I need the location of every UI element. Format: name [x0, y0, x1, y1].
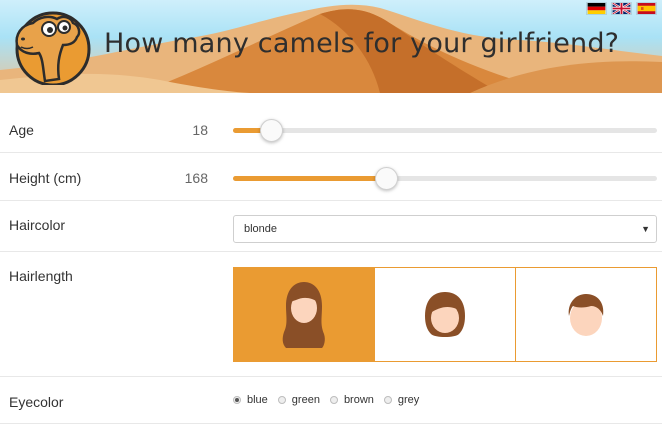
- age-row: Age 18: [0, 105, 662, 153]
- age-slider[interactable]: [233, 116, 657, 144]
- height-slider[interactable]: [233, 164, 657, 192]
- long-hair-icon: [282, 281, 325, 348]
- haircolor-selected-value: blonde: [244, 223, 278, 235]
- eyecolor-radio-group: blue green brown grey: [233, 394, 429, 406]
- spanish-flag-icon[interactable]: [636, 2, 657, 15]
- german-flag-icon[interactable]: [586, 2, 607, 15]
- haircolor-label: Haircolor: [9, 217, 66, 233]
- medium-hair-icon: [425, 291, 465, 337]
- height-label: Height (cm): [9, 170, 82, 186]
- height-value: 168: [184, 170, 208, 186]
- haircolor-select[interactable]: blonde ▼: [233, 215, 657, 243]
- radio-brown[interactable]: [329, 396, 338, 404]
- eyecolor-option-label: brown: [343, 394, 374, 406]
- hairlength-option-long[interactable]: [234, 268, 375, 361]
- header-banner: How many camels for your girlfriend?: [0, 0, 662, 93]
- eyecolor-option-blue[interactable]: blue: [233, 394, 268, 406]
- language-selector: [586, 2, 657, 15]
- age-slider-track[interactable]: [233, 128, 657, 133]
- radio-green[interactable]: [277, 396, 286, 404]
- eyecolor-option-grey[interactable]: grey: [383, 394, 420, 406]
- hairlength-row: Hairlength: [0, 252, 662, 377]
- haircolor-row: Haircolor blonde ▼: [0, 201, 662, 252]
- hairlength-option-short[interactable]: [516, 268, 656, 361]
- short-hair-icon: [568, 293, 604, 336]
- eyecolor-option-label: green: [291, 394, 320, 406]
- eyecolor-option-green[interactable]: green: [277, 394, 320, 406]
- height-slider-handle[interactable]: [375, 167, 398, 190]
- eyecolor-option-label: grey: [397, 394, 420, 406]
- camel-logo-icon[interactable]: [9, 9, 94, 85]
- hairlength-options: [233, 267, 657, 362]
- age-label: Age: [9, 122, 34, 138]
- hairlength-label: Hairlength: [9, 268, 73, 284]
- height-slider-fill: [233, 176, 386, 181]
- page-title: How many camels for your girlfriend?: [104, 28, 620, 59]
- eyecolor-label: Eyecolor: [9, 394, 64, 410]
- radio-grey[interactable]: [383, 396, 392, 404]
- chevron-down-icon: ▼: [641, 224, 650, 234]
- age-value: 18: [192, 122, 208, 138]
- height-row: Height (cm) 168: [0, 153, 662, 201]
- eyecolor-row: Eyecolor blue green brown grey: [0, 377, 662, 424]
- radio-blue[interactable]: [233, 396, 241, 404]
- age-slider-handle[interactable]: [260, 119, 283, 142]
- eyecolor-option-brown[interactable]: brown: [329, 394, 374, 406]
- uk-flag-icon[interactable]: [611, 2, 632, 15]
- hairlength-option-medium[interactable]: [375, 268, 516, 361]
- eyecolor-option-label: blue: [247, 394, 268, 406]
